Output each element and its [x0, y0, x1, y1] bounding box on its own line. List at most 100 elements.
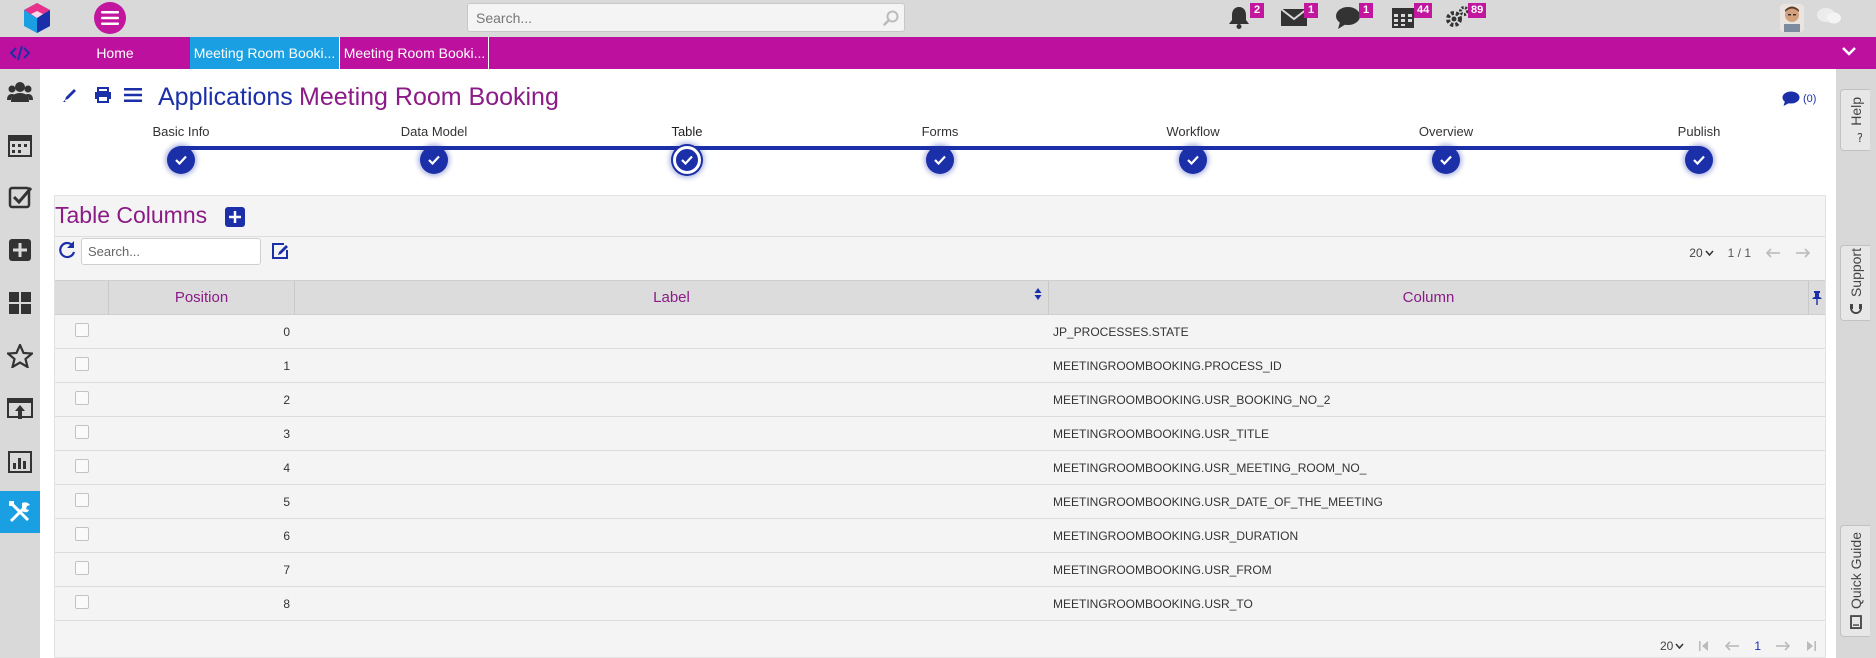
- svg-text:?: ?: [1856, 131, 1861, 143]
- step-check-icon: [926, 146, 954, 174]
- support-tab[interactable]: Support: [1840, 245, 1870, 321]
- last-page-icon[interactable]: [1805, 640, 1817, 652]
- app-logo-icon[interactable]: [22, 2, 52, 34]
- notifications-button[interactable]: 2: [1226, 3, 1264, 30]
- page-size-select-bottom[interactable]: 20: [1660, 639, 1684, 653]
- messages-button[interactable]: 1: [1280, 3, 1318, 30]
- table-row[interactable]: 8 MEETINGROOMBOOKING.USR_TO: [55, 587, 1825, 621]
- header-position[interactable]: Position: [109, 281, 295, 314]
- comments-button[interactable]: (0): [1782, 91, 1816, 106]
- page-size-value: 20: [1689, 246, 1703, 260]
- table-row[interactable]: 5 MEETINGROOMBOOKING.USR_DATE_OF_THE_MEE…: [55, 485, 1825, 519]
- step-check-icon: [167, 146, 195, 174]
- global-search-input[interactable]: [468, 4, 878, 31]
- prev-page-arrow-icon[interactable]: [1724, 641, 1740, 651]
- cell-label: [295, 553, 1049, 586]
- list-menu-icon[interactable]: [124, 88, 142, 102]
- chat-status-icon[interactable]: [1816, 6, 1842, 28]
- step-basic-info[interactable]: Basic Info: [121, 124, 241, 174]
- bulk-edit-button[interactable]: [271, 242, 289, 260]
- code-view-button[interactable]: [0, 37, 40, 69]
- row-checkbox[interactable]: [55, 417, 109, 450]
- row-checkbox[interactable]: [55, 519, 109, 552]
- plus-icon: [229, 211, 241, 223]
- table-row[interactable]: 0 JP_PROCESSES.STATE: [55, 315, 1825, 349]
- sidebar-item-create[interactable]: [0, 229, 40, 271]
- table-row[interactable]: 2 MEETINGROOMBOOKING.USR_BOOKING_NO_2: [55, 383, 1825, 417]
- user-avatar[interactable]: [1780, 4, 1804, 32]
- row-checkbox[interactable]: [55, 349, 109, 382]
- calendar-button[interactable]: 44: [1390, 3, 1433, 30]
- step-workflow[interactable]: Workflow: [1133, 124, 1253, 174]
- book-icon: [1849, 615, 1862, 630]
- sidebar-item-dashboard[interactable]: [0, 282, 40, 324]
- cell-position: 0: [283, 324, 290, 339]
- chevron-down-icon: [1675, 643, 1684, 649]
- sidebar-item-users[interactable]: [0, 71, 40, 113]
- next-page-arrow-icon[interactable]: [1795, 248, 1811, 258]
- row-checkbox[interactable]: [55, 451, 109, 484]
- sidebar-item-tools[interactable]: [0, 491, 40, 533]
- cell-column: MEETINGROOMBOOKING.USR_FROM: [1053, 562, 1272, 577]
- help-tab[interactable]: ? Help: [1840, 89, 1870, 151]
- tasks-button[interactable]: 89: [1444, 3, 1487, 30]
- cell-position: 8: [283, 596, 290, 611]
- sidebar-item-calendar[interactable]: [0, 124, 40, 166]
- current-page-number[interactable]: 1: [1754, 639, 1761, 653]
- row-checkbox[interactable]: [55, 485, 109, 518]
- table-row[interactable]: 3 MEETINGROOMBOOKING.USR_TITLE: [55, 417, 1825, 451]
- sidebar-item-reports[interactable]: [0, 441, 40, 483]
- checkbox-check-icon: [8, 186, 32, 209]
- right-rail: ? Help Support Quick Guide: [1836, 69, 1876, 658]
- step-label: Forms: [921, 124, 959, 139]
- prev-page-arrow-icon[interactable]: [1765, 248, 1781, 258]
- header-label[interactable]: Label: [295, 281, 1049, 314]
- page-size-select[interactable]: 20: [1689, 246, 1714, 260]
- row-checkbox[interactable]: [55, 553, 109, 586]
- step-label: Overview: [1418, 124, 1474, 139]
- table-row[interactable]: 7 MEETINGROOMBOOKING.USR_FROM: [55, 553, 1825, 587]
- main-menu-button[interactable]: [94, 2, 126, 34]
- tabs-chevron-down-icon[interactable]: [1842, 46, 1856, 56]
- step-check-icon: [1432, 146, 1460, 174]
- tab-meeting-room-booking[interactable]: Meeting Room Booki...: [341, 37, 489, 69]
- sidebar-item-favorites[interactable]: [0, 335, 40, 377]
- table-row[interactable]: 4 MEETINGROOMBOOKING.USR_MEETING_ROOM_NO…: [55, 451, 1825, 485]
- quick-guide-tab[interactable]: Quick Guide: [1840, 525, 1870, 637]
- table-row[interactable]: 6 MEETINGROOMBOOKING.USR_DURATION: [55, 519, 1825, 553]
- cell-column: JP_PROCESSES.STATE: [1053, 324, 1189, 339]
- chat-button[interactable]: 1: [1335, 3, 1373, 30]
- next-page-arrow-icon[interactable]: [1775, 641, 1791, 651]
- first-page-icon[interactable]: [1698, 640, 1710, 652]
- row-checkbox[interactable]: [55, 315, 109, 348]
- upload-window-icon: [7, 398, 33, 419]
- row-checkbox[interactable]: [55, 383, 109, 416]
- table-search-input[interactable]: [82, 239, 260, 264]
- add-column-button[interactable]: [225, 207, 245, 227]
- step-forms[interactable]: Forms: [880, 124, 1000, 174]
- breadcrumb-applications[interactable]: Applications: [158, 83, 293, 112]
- step-publish[interactable]: Publish: [1639, 124, 1759, 174]
- tab-home[interactable]: Home: [40, 37, 190, 69]
- code-icon: [10, 45, 30, 61]
- headset-icon: [1849, 304, 1862, 315]
- refresh-button[interactable]: [57, 240, 77, 260]
- sidebar-item-tasks[interactable]: [0, 176, 40, 218]
- search-icon[interactable]: [878, 10, 904, 26]
- step-table[interactable]: Table: [627, 124, 747, 174]
- sort-icon[interactable]: [1034, 287, 1042, 301]
- step-data-model[interactable]: Data Model: [374, 124, 494, 174]
- panel-divider: [55, 236, 1825, 237]
- tab-meeting-room-booking-active[interactable]: Meeting Room Booki...: [190, 37, 340, 69]
- row-checkbox[interactable]: [55, 587, 109, 620]
- step-check-icon: [1179, 146, 1207, 174]
- support-label: Support: [1847, 248, 1864, 298]
- quick-guide-label: Quick Guide: [1847, 532, 1864, 610]
- sidebar-item-publish[interactable]: [0, 388, 40, 430]
- step-overview[interactable]: Overview: [1386, 124, 1506, 174]
- header-column[interactable]: Column: [1049, 281, 1809, 314]
- print-icon[interactable]: [94, 87, 112, 103]
- pin-column-icon[interactable]: [1809, 281, 1825, 314]
- table-row[interactable]: 1 MEETINGROOMBOOKING.PROCESS_ID: [55, 349, 1825, 383]
- edit-pencil-icon[interactable]: [62, 87, 78, 103]
